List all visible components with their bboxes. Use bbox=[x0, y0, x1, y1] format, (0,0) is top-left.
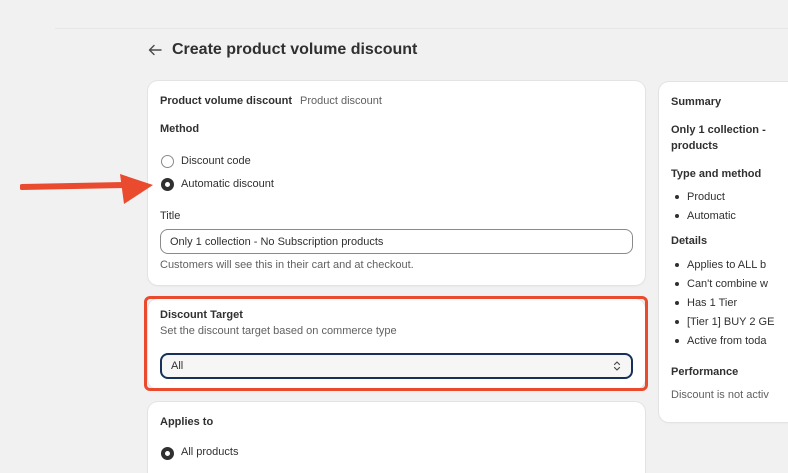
list-item: Automatic bbox=[671, 206, 736, 225]
discount-code-label: Discount code bbox=[181, 155, 251, 167]
performance-heading: Performance bbox=[671, 366, 739, 378]
type-and-method-heading: Type and method bbox=[671, 168, 762, 180]
list-item: Active from toda bbox=[671, 331, 774, 350]
summary-card: Summary Only 1 collection - products Typ… bbox=[659, 82, 788, 422]
back-button[interactable] bbox=[148, 38, 170, 62]
title-label: Title bbox=[160, 210, 181, 222]
method-label: Method bbox=[160, 123, 200, 135]
card-heading-sub: Product discount bbox=[300, 95, 382, 107]
list-item: [Tier 1] BUY 2 GE bbox=[671, 312, 774, 331]
performance-text: Discount is not activ bbox=[671, 389, 769, 401]
header-divider bbox=[55, 28, 788, 29]
list-item: Can't combine w bbox=[671, 274, 774, 293]
discount-code-radio[interactable] bbox=[161, 155, 174, 168]
summary-title-line-2: products bbox=[671, 140, 719, 152]
card-heading: Product volume discount bbox=[160, 95, 293, 107]
type-and-method-list: Product Automatic bbox=[671, 187, 736, 225]
title-help-text: Customers will see this in their cart an… bbox=[160, 259, 414, 271]
list-item: Applies to ALL b bbox=[671, 255, 774, 274]
automatic-discount-radio[interactable] bbox=[161, 178, 174, 191]
discount-target-select-value: All bbox=[171, 360, 184, 372]
all-products-radio[interactable] bbox=[161, 447, 174, 460]
applies-to-heading: Applies to bbox=[160, 416, 214, 428]
discount-target-select[interactable]: All bbox=[160, 353, 633, 379]
applies-to-card: Applies to All products bbox=[148, 402, 645, 473]
arrow-right-icon bbox=[19, 173, 155, 210]
all-products-label: All products bbox=[181, 446, 239, 458]
title-input[interactable] bbox=[160, 229, 633, 254]
details-list: Applies to ALL b Can't combine w Has 1 T… bbox=[671, 255, 774, 350]
page-title: Create product volume discount bbox=[172, 41, 418, 58]
product-volume-discount-card: Product volume discount Product discount… bbox=[148, 81, 645, 285]
automatic-discount-label: Automatic discount bbox=[181, 178, 274, 190]
discount-target-card: Discount Target Set the discount target … bbox=[148, 299, 645, 389]
page-header: Create product volume discount bbox=[148, 38, 417, 62]
chevron-up-down-icon bbox=[612, 359, 622, 373]
details-heading: Details bbox=[671, 235, 708, 247]
summary-title-line-1: Only 1 collection - bbox=[671, 124, 766, 136]
arrow-left-icon bbox=[148, 44, 162, 56]
discount-target-description: Set the discount target based on commerc… bbox=[160, 325, 397, 337]
list-item: Product bbox=[671, 187, 736, 206]
summary-heading: Summary bbox=[671, 96, 722, 108]
discount-target-heading: Discount Target bbox=[160, 309, 243, 321]
list-item: Has 1 Tier bbox=[671, 293, 774, 312]
